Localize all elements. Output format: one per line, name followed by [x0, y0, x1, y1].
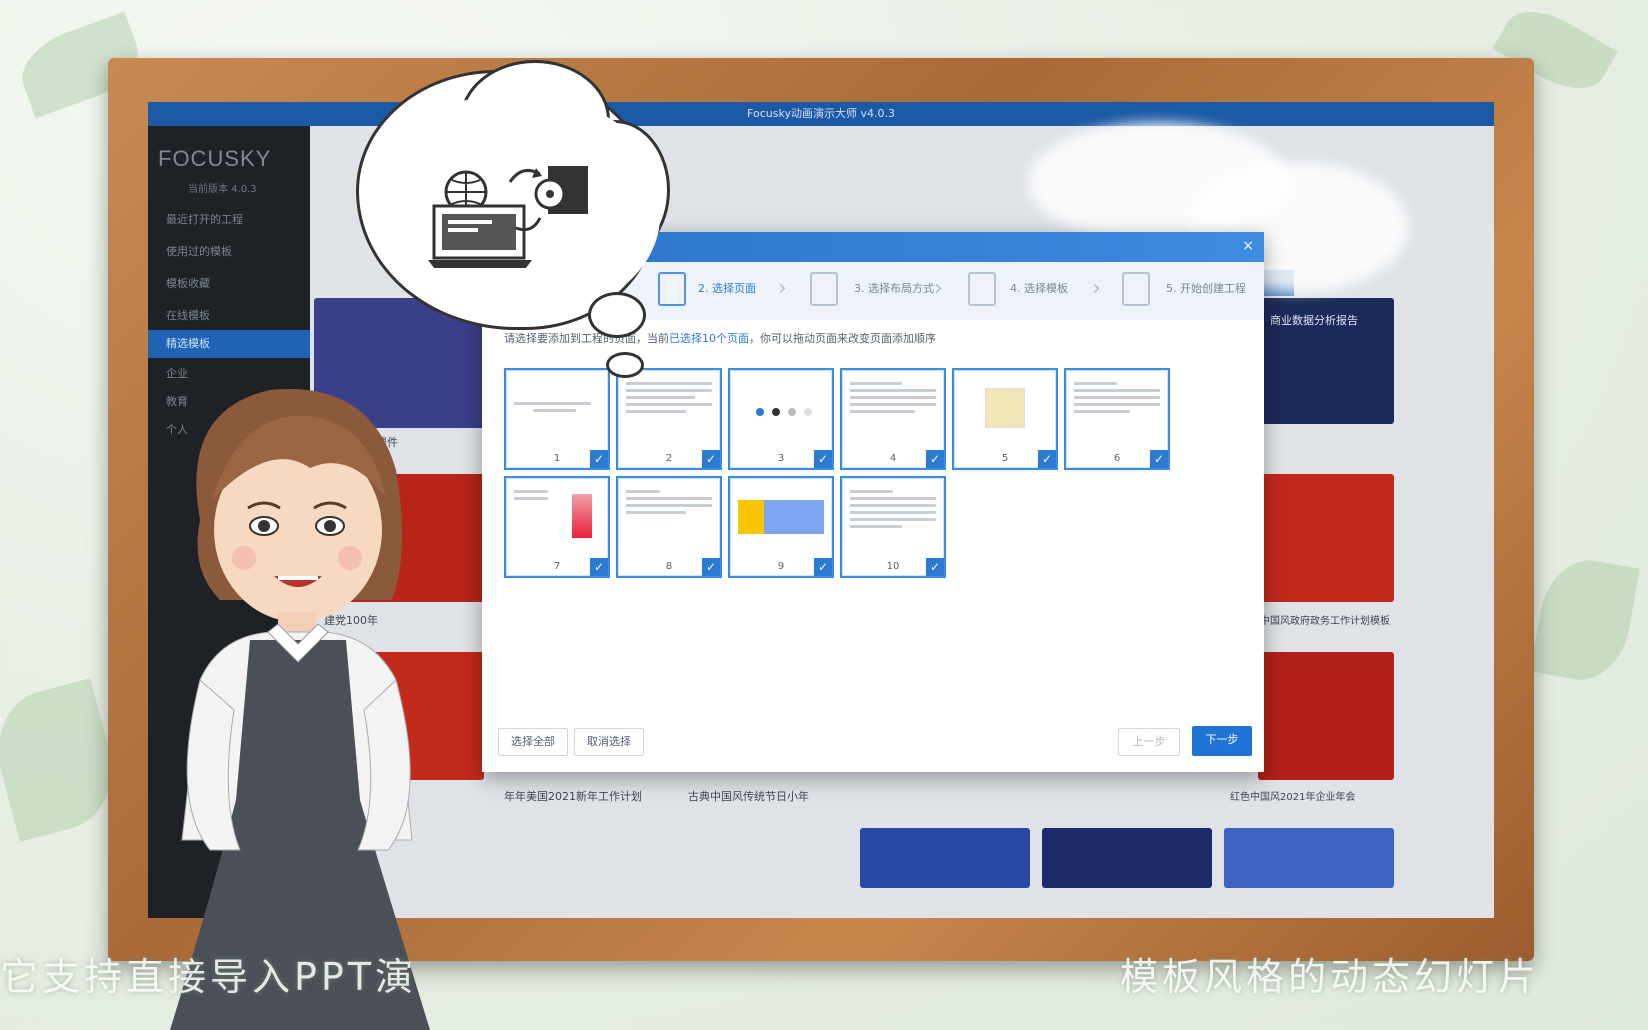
checkbox-checked-icon[interactable]: ✓	[926, 558, 944, 576]
slide-thumb[interactable]: 6 ✓	[1064, 368, 1170, 470]
step-create-project: 5. 开始创建工程	[1166, 282, 1246, 295]
checkbox-checked-icon[interactable]: ✓	[590, 450, 608, 468]
slide-thumb[interactable]: 8 ✓	[616, 476, 722, 578]
hint-suffix: ，你可以拖动页面来改变页面添加顺序	[749, 332, 936, 345]
checkbox-checked-icon[interactable]: ✓	[590, 558, 608, 576]
slide-preview	[626, 490, 712, 546]
slide-thumb[interactable]: 5 ✓	[952, 368, 1058, 470]
checkbox-checked-icon[interactable]: ✓	[1038, 450, 1056, 468]
step-select-template: 4. 选择模板	[1010, 282, 1068, 295]
import-ppt-illustration-icon	[428, 166, 588, 268]
slide-preview	[738, 382, 824, 438]
layout-icon	[810, 272, 838, 306]
slide-preview	[1074, 382, 1160, 438]
hint-prefix: 请选择要添加到工程的页面，当前	[504, 332, 669, 345]
thought-bubble-tiny	[606, 352, 644, 378]
slide-thumb[interactable]: 3 ✓	[728, 368, 834, 470]
checkbox-checked-icon[interactable]: ✓	[702, 558, 720, 576]
slide-preview	[514, 382, 600, 438]
slide-preview	[850, 490, 936, 546]
selected-count-link[interactable]: 已选择10个页面	[669, 332, 749, 345]
slide-thumb[interactable]: 4 ✓	[840, 368, 946, 470]
template-icon	[968, 272, 996, 306]
template-thumb[interactable]	[1042, 828, 1212, 888]
slide-thumb[interactable]: 2 ✓	[616, 368, 722, 470]
slide-preview	[514, 490, 600, 546]
checkbox-checked-icon[interactable]: ✓	[814, 558, 832, 576]
slide-thumb[interactable]: 1 ✓	[504, 368, 610, 470]
app-logo: FOCUSKY	[158, 146, 272, 171]
selection-hint: 请选择要添加到工程的页面，当前已选择10个页面，你可以拖动页面来改变页面添加顺序	[504, 330, 936, 346]
template-caption: 年年美国2021新年工作计划	[504, 790, 642, 803]
thought-bubble-small	[588, 292, 646, 338]
slide-preview	[850, 382, 936, 438]
checkbox-checked-icon[interactable]: ✓	[702, 450, 720, 468]
checkbox-checked-icon[interactable]: ✓	[814, 450, 832, 468]
presenter-character	[160, 380, 450, 1030]
sidebar-item-featured[interactable]: 精选模板	[148, 330, 310, 358]
checkbox-checked-icon[interactable]: ✓	[926, 450, 944, 468]
slide-preview	[962, 382, 1048, 438]
subtitle-right: 模板风格的动态幻灯片	[1120, 955, 1541, 999]
checkbox-checked-icon[interactable]: ✓	[1150, 450, 1168, 468]
template-caption: 红色中国风2021年企业年会	[1230, 792, 1356, 803]
template-caption: 中国风政府政务工作计划模板	[1260, 616, 1390, 627]
window-title: Focusky动画演示大师 v4.0.3	[148, 102, 1494, 126]
slide-thumb[interactable]: 10 ✓	[840, 476, 946, 578]
app-version: 当前版本 4.0.3	[188, 184, 257, 195]
close-icon[interactable]: ×	[1242, 238, 1254, 254]
template-thumb[interactable]	[1258, 652, 1394, 780]
slide-preview	[738, 490, 824, 546]
prev-step-button[interactable]: 上一步	[1118, 728, 1180, 756]
slide-preview	[626, 382, 712, 438]
step-select-pages: 2. 选择页面	[698, 282, 756, 295]
slide-thumb[interactable]: 7 ✓	[504, 476, 610, 578]
sidebar-item-favorites[interactable]: 模板收藏	[148, 270, 310, 298]
slide-thumb[interactable]: 9 ✓	[728, 476, 834, 578]
subtitle-left: 它支持直接导入PPT演	[0, 955, 418, 999]
page-icon	[658, 272, 686, 306]
chevron-right-icon: ›	[1092, 276, 1101, 301]
template-thumb[interactable]	[860, 828, 1030, 888]
chevron-right-icon: ›	[778, 276, 787, 301]
sidebar-item-used-templates[interactable]: 使用过的模板	[148, 238, 310, 266]
presenter-illustration	[170, 389, 430, 1030]
leaf-decoration	[1530, 553, 1640, 687]
template-thumb[interactable]	[1224, 828, 1394, 888]
cancel-selection-button[interactable]: 取消选择	[574, 728, 644, 756]
template-caption: 商业数据分析报告	[1270, 314, 1358, 327]
sidebar-item-online[interactable]: 在线模板	[148, 302, 310, 330]
step-select-layout: 3. 选择布局方式	[854, 282, 934, 295]
select-all-button[interactable]: 选择全部	[498, 728, 568, 756]
sidebar-item-recent[interactable]: 最近打开的工程	[148, 206, 310, 234]
chevron-right-icon: ›	[934, 276, 943, 301]
create-project-icon	[1122, 272, 1150, 306]
next-step-button[interactable]: 下一步	[1192, 726, 1252, 756]
template-caption: 古典中国风传统节日小年	[688, 790, 809, 803]
template-thumb[interactable]	[1258, 474, 1394, 602]
